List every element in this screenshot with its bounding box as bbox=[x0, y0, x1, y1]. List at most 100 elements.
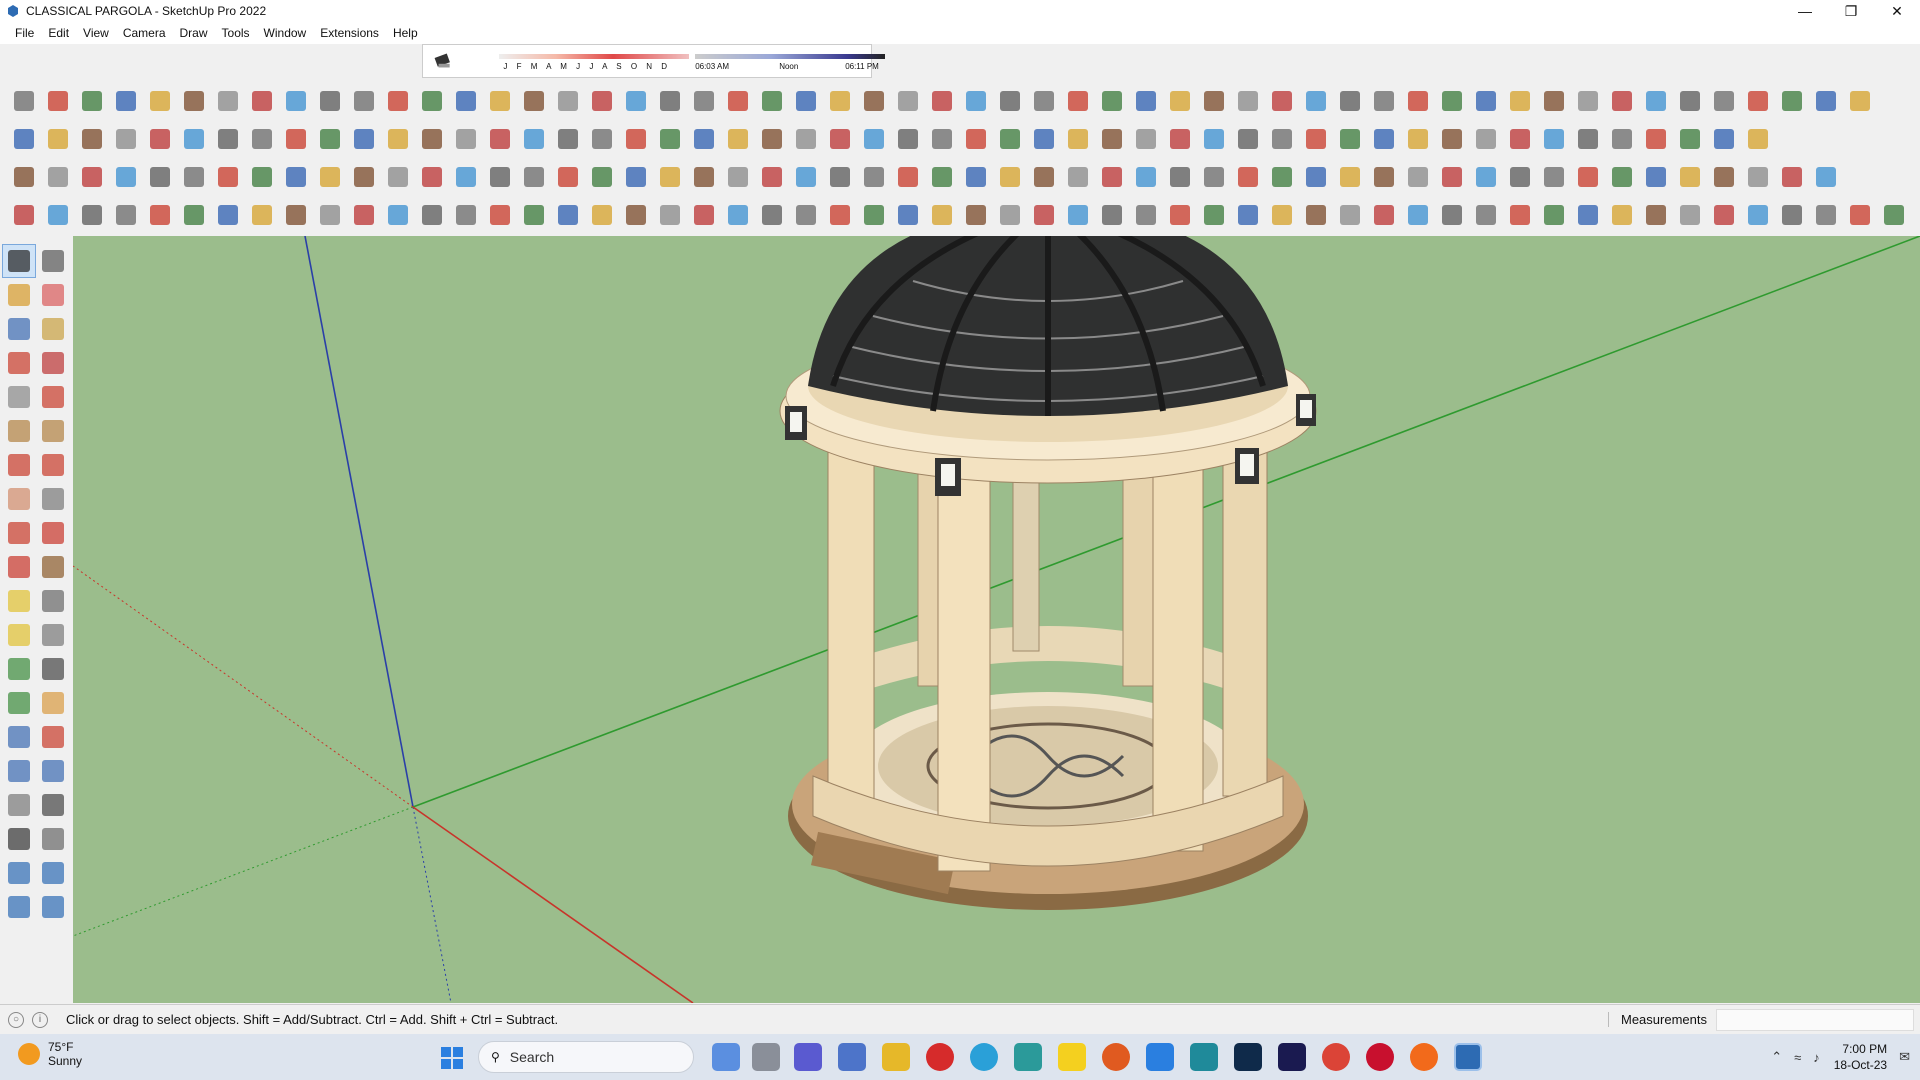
toolbar-tool-icon[interactable] bbox=[724, 201, 752, 229]
toolbar-tool-icon[interactable] bbox=[1574, 87, 1602, 115]
toolbar-tool-icon[interactable] bbox=[1506, 125, 1534, 153]
toolbar-tool-icon[interactable] bbox=[1846, 201, 1874, 229]
toolbar-tool-icon[interactable] bbox=[10, 87, 38, 115]
restore-icon[interactable]: ❐ bbox=[1828, 0, 1874, 22]
toolbar-tool-icon[interactable] bbox=[1132, 163, 1160, 191]
toolbar-tool-icon[interactable] bbox=[996, 201, 1024, 229]
menu-help[interactable]: Help bbox=[386, 26, 425, 40]
toolbar-tool-icon[interactable] bbox=[1506, 87, 1534, 115]
toolbar-tool-icon[interactable] bbox=[112, 163, 140, 191]
toolbar-tool-icon[interactable] bbox=[1268, 125, 1296, 153]
toolbar-tool-icon[interactable] bbox=[520, 87, 548, 115]
menu-edit[interactable]: Edit bbox=[41, 26, 76, 40]
toolbar-tool-icon[interactable] bbox=[1098, 163, 1126, 191]
geo-location-icon[interactable]: ○ bbox=[8, 1011, 24, 1028]
toolbar-tool-icon[interactable] bbox=[928, 163, 956, 191]
toolbar-tool-icon[interactable] bbox=[758, 125, 786, 153]
toolbar-tool-icon[interactable] bbox=[690, 87, 718, 115]
toolbar-tool-icon[interactable] bbox=[1574, 201, 1602, 229]
toolbar-tool-icon[interactable] bbox=[282, 163, 310, 191]
toolbar-tool-icon[interactable] bbox=[1064, 87, 1092, 115]
toolbar-tool-icon[interactable] bbox=[282, 125, 310, 153]
toolbar-tool-icon[interactable] bbox=[146, 125, 174, 153]
tool-icon[interactable] bbox=[36, 788, 70, 822]
notification-bell-icon[interactable]: ✉ bbox=[1899, 1049, 1910, 1065]
toolbar-tool-icon[interactable] bbox=[282, 201, 310, 229]
close-icon[interactable]: ✕ bbox=[1874, 0, 1920, 22]
tool-icon[interactable] bbox=[2, 516, 36, 550]
toolbar-tool-icon[interactable] bbox=[1166, 87, 1194, 115]
toolbar-tool-icon[interactable] bbox=[656, 125, 684, 153]
toolbar-tool-icon[interactable] bbox=[860, 125, 888, 153]
toolbar-tool-icon[interactable] bbox=[554, 163, 582, 191]
tool-icon[interactable] bbox=[36, 312, 70, 346]
toolbar-tool-icon[interactable] bbox=[1540, 125, 1568, 153]
measurements-input[interactable] bbox=[1716, 1009, 1914, 1031]
toolbar-tool-icon[interactable] bbox=[860, 87, 888, 115]
tool-icon[interactable] bbox=[36, 244, 70, 278]
tool-icon[interactable] bbox=[2, 550, 36, 584]
tool-icon[interactable] bbox=[2, 482, 36, 516]
toolbar-tool-icon[interactable] bbox=[282, 87, 310, 115]
toolbar-tool-icon[interactable] bbox=[1472, 87, 1500, 115]
toolbar-tool-icon[interactable] bbox=[316, 163, 344, 191]
toolbar-tool-icon[interactable] bbox=[1200, 163, 1228, 191]
toolbar-tool-icon[interactable] bbox=[1812, 201, 1840, 229]
toolbar-tool-icon[interactable] bbox=[826, 201, 854, 229]
toolbar-tool-icon[interactable] bbox=[1268, 163, 1296, 191]
tool-icon[interactable] bbox=[36, 822, 70, 856]
tool-icon[interactable] bbox=[2, 686, 36, 720]
toolbar-tool-icon[interactable] bbox=[860, 163, 888, 191]
toolbar-tool-icon[interactable] bbox=[10, 201, 38, 229]
toolbar-tool-icon[interactable] bbox=[452, 125, 480, 153]
pergola-model[interactable] bbox=[779, 236, 1317, 910]
toolbar-tool-icon[interactable] bbox=[1302, 163, 1330, 191]
toolbar-tool-icon[interactable] bbox=[1676, 201, 1704, 229]
toolbar-tool-icon[interactable] bbox=[1098, 201, 1126, 229]
tool-icon[interactable] bbox=[2, 788, 36, 822]
tool-icon[interactable] bbox=[36, 856, 70, 890]
tool-icon[interactable] bbox=[2, 890, 36, 924]
toolbar-tool-icon[interactable] bbox=[1438, 125, 1466, 153]
menu-extensions[interactable]: Extensions bbox=[313, 26, 386, 40]
toolbar-tool-icon[interactable] bbox=[180, 125, 208, 153]
toolbar-tool-icon[interactable] bbox=[1098, 125, 1126, 153]
volume-icon[interactable]: ♪ bbox=[1813, 1050, 1820, 1065]
toolbar-tool-icon[interactable] bbox=[1812, 163, 1840, 191]
toolbar-tool-icon[interactable] bbox=[44, 125, 72, 153]
toolbar-tool-icon[interactable] bbox=[44, 163, 72, 191]
toolbar-tool-icon[interactable] bbox=[588, 201, 616, 229]
toolbar-tool-icon[interactable] bbox=[1438, 163, 1466, 191]
toolbar-tool-icon[interactable] bbox=[996, 163, 1024, 191]
toolbar-tool-icon[interactable] bbox=[78, 125, 106, 153]
toolbar-tool-icon[interactable] bbox=[554, 201, 582, 229]
toolbar-tool-icon[interactable] bbox=[418, 125, 446, 153]
app-icon[interactable] bbox=[1014, 1043, 1042, 1071]
toolbar-tool-icon[interactable] bbox=[1608, 201, 1636, 229]
tool-icon[interactable] bbox=[2, 312, 36, 346]
toolbar-tool-icon[interactable] bbox=[1166, 125, 1194, 153]
toolbar-tool-icon[interactable] bbox=[792, 87, 820, 115]
toolbar-tool-icon[interactable] bbox=[690, 163, 718, 191]
toolbar-tool-icon[interactable] bbox=[724, 87, 752, 115]
sticky-notes-icon[interactable] bbox=[1058, 1043, 1086, 1071]
toolbar-tool-icon[interactable] bbox=[962, 201, 990, 229]
toolbar-tool-icon[interactable] bbox=[588, 163, 616, 191]
toolbar-tool-icon[interactable] bbox=[1472, 163, 1500, 191]
toolbar-tool-icon[interactable] bbox=[520, 163, 548, 191]
toolbar-tool-icon[interactable] bbox=[1574, 163, 1602, 191]
tool-icon[interactable] bbox=[36, 618, 70, 652]
toolbar-tool-icon[interactable] bbox=[962, 87, 990, 115]
toolbar-tool-icon[interactable] bbox=[826, 125, 854, 153]
photoshop-icon[interactable] bbox=[1234, 1043, 1262, 1071]
toolbar-tool-icon[interactable] bbox=[112, 87, 140, 115]
toolbar-tool-icon[interactable] bbox=[452, 201, 480, 229]
toolbar-tool-icon[interactable] bbox=[554, 87, 582, 115]
toolbar-tool-icon[interactable] bbox=[1064, 163, 1092, 191]
toolbar-tool-icon[interactable] bbox=[928, 125, 956, 153]
taskbar-search[interactable]: ⚲ Search bbox=[478, 1041, 694, 1073]
toolbar-tool-icon[interactable] bbox=[826, 87, 854, 115]
toolbar-tool-icon[interactable] bbox=[894, 87, 922, 115]
toolbar-tool-icon[interactable] bbox=[1404, 125, 1432, 153]
toolbar-tool-icon[interactable] bbox=[792, 163, 820, 191]
